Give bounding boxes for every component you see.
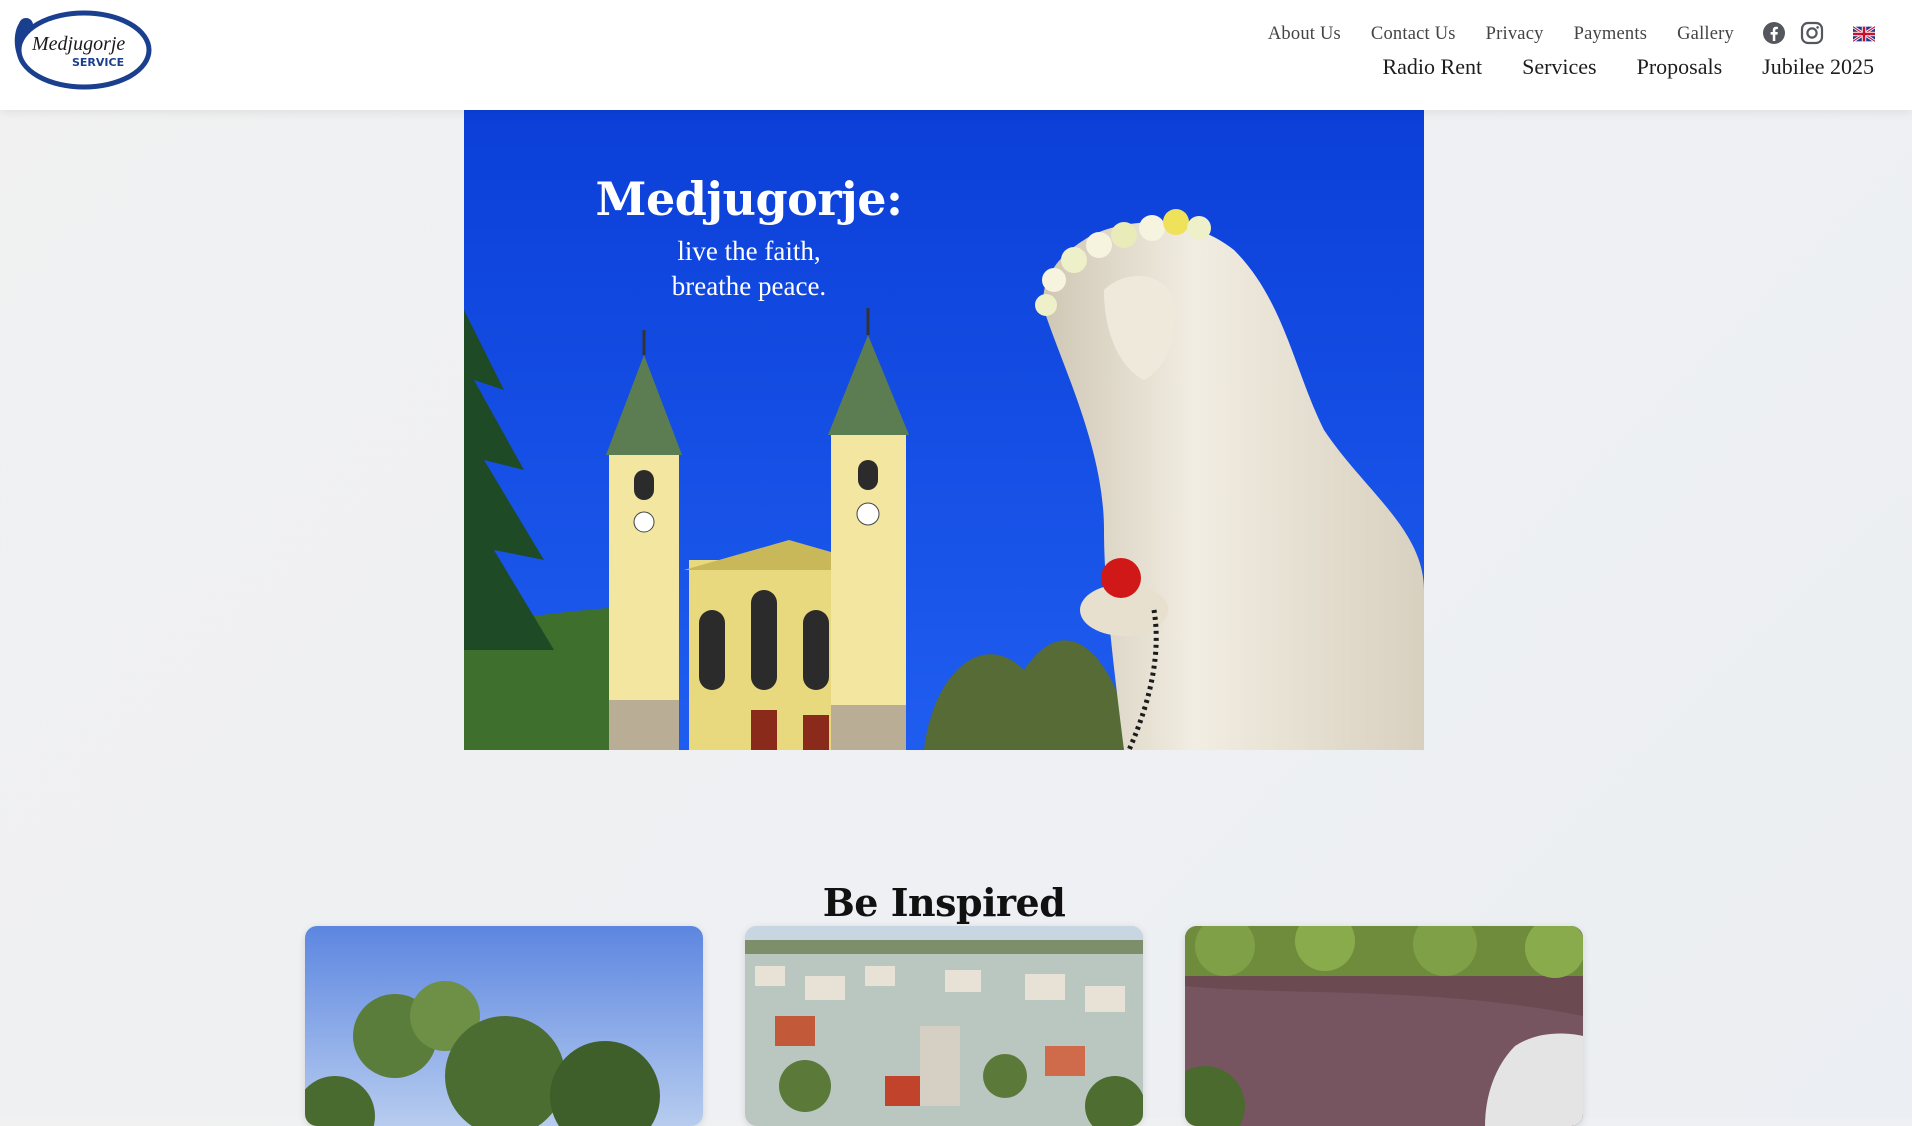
facebook-icon[interactable] [1762, 21, 1786, 45]
inspire-card-3[interactable] [1185, 926, 1583, 1126]
social-links [1762, 21, 1824, 45]
card-image-town [745, 926, 1143, 1126]
card-image-trees [305, 926, 703, 1126]
svg-text:Medjugorje: Medjugorje [31, 33, 125, 55]
nav-jubilee-2025[interactable]: Jubilee 2025 [1762, 54, 1874, 80]
hero-subtitle: live the faith, breathe peace. [574, 234, 924, 304]
hero-subtitle-line2: breathe peace. [671, 271, 827, 301]
main-nav: Radio Rent Services Proposals Jubilee 20… [1382, 54, 1874, 80]
site-header: Medjugorje SERVICE About Us Contact Us P… [0, 0, 1912, 110]
nav-about-us[interactable]: About Us [1268, 24, 1341, 45]
nav-services[interactable]: Services [1522, 54, 1597, 80]
nav-contact-us[interactable]: Contact Us [1371, 24, 1456, 45]
nav-payments[interactable]: Payments [1574, 24, 1648, 45]
site-logo[interactable]: Medjugorje SERVICE [10, 8, 152, 92]
inspire-card-1[interactable] [305, 926, 703, 1126]
hero-banner: Medjugorje: live the faith, breathe peac… [464, 110, 1424, 750]
hero-title: Medjugorje: [595, 172, 903, 226]
uk-flag-icon[interactable] [1853, 26, 1875, 42]
card-image-crowd [1185, 926, 1583, 1126]
nav-privacy[interactable]: Privacy [1486, 24, 1544, 45]
nav-proposals[interactable]: Proposals [1637, 54, 1723, 80]
svg-text:SERVICE: SERVICE [72, 56, 124, 69]
nav-radio-rent[interactable]: Radio Rent [1382, 54, 1482, 80]
inspire-card-2[interactable] [745, 926, 1143, 1126]
section-title: Be Inspired [822, 879, 1066, 925]
hero-subtitle-line1: live the faith, [677, 236, 821, 266]
nav-gallery[interactable]: Gallery [1677, 24, 1734, 45]
top-links: About Us Contact Us Privacy Payments Gal… [1268, 24, 1734, 45]
instagram-icon[interactable] [1800, 21, 1824, 45]
